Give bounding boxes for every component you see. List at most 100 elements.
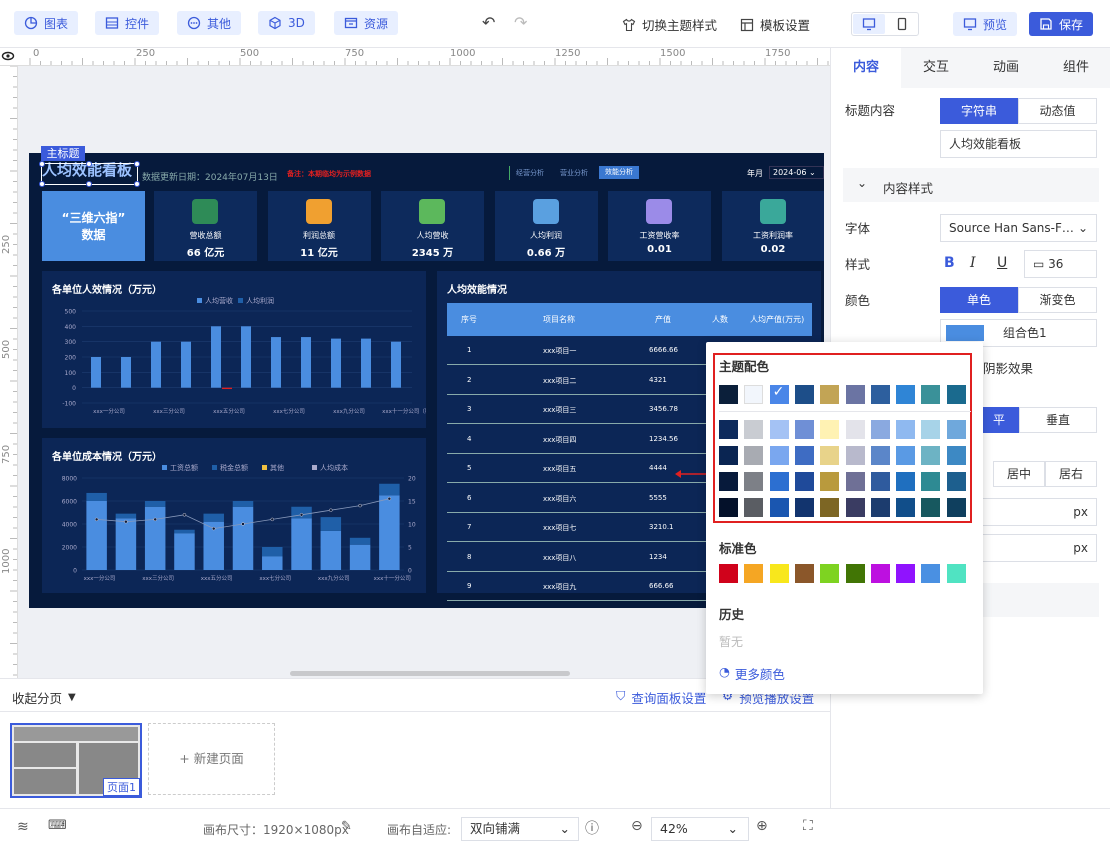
- three-d-button[interactable]: 3D: [258, 11, 315, 35]
- color-swatch[interactable]: [870, 420, 890, 439]
- resize-handle[interactable]: [86, 181, 92, 187]
- color-swatch[interactable]: [769, 498, 789, 517]
- table-row[interactable]: 4 xxx项目四 1234.56: [447, 425, 709, 454]
- color-swatch[interactable]: [820, 385, 840, 404]
- more-colors-button[interactable]: ◔ 更多颜色: [719, 664, 785, 683]
- zoom-out-icon[interactable]: ⊖: [631, 818, 643, 834]
- align-right-button[interactable]: 居右: [1045, 461, 1097, 487]
- kpi-card[interactable]: 营收总额 66 亿元: [154, 191, 257, 261]
- color-swatch[interactable]: [870, 472, 890, 491]
- selection-box[interactable]: [39, 161, 140, 187]
- tab-component[interactable]: 组件: [1041, 48, 1110, 88]
- zoom-in-icon[interactable]: ⊕: [756, 818, 768, 834]
- zoom-select[interactable]: 42% ⌄: [651, 817, 749, 841]
- table-row[interactable]: 1 xxx项目一 6666.66: [447, 336, 709, 365]
- color-swatch[interactable]: [921, 385, 941, 404]
- color-swatch[interactable]: [845, 564, 865, 583]
- table-row[interactable]: 3 xxx项目三 3456.78: [447, 395, 709, 424]
- color-swatch[interactable]: [744, 385, 764, 404]
- spacing-input[interactable]: px: [979, 534, 1097, 562]
- help-icon[interactable]: ⓘ: [585, 818, 599, 838]
- color-swatch[interactable]: [794, 446, 814, 465]
- color-swatch[interactable]: [870, 564, 890, 583]
- color-swatch[interactable]: [820, 446, 840, 465]
- color-swatch[interactable]: [896, 472, 916, 491]
- resize-handle[interactable]: [86, 161, 92, 167]
- font-select[interactable]: Source Han Sans-F… ⌄: [940, 214, 1097, 242]
- new-page-button[interactable]: + 新建页面: [148, 723, 275, 795]
- layers-icon[interactable]: ≋: [17, 819, 29, 835]
- color-swatch[interactable]: [896, 564, 916, 583]
- underline-button[interactable]: U: [997, 255, 1007, 271]
- collapse-pages-button[interactable]: 收起分页 ▼: [12, 688, 76, 707]
- color-gradient-button[interactable]: 渐变色: [1018, 287, 1097, 313]
- kpi-card[interactable]: 人均利润 0.66 万: [494, 191, 598, 261]
- table-row[interactable]: 6 xxx项目六 5555: [447, 484, 709, 513]
- color-swatch[interactable]: [946, 446, 966, 465]
- color-swatch[interactable]: [719, 564, 738, 583]
- table-row[interactable]: 5 xxx项目五 4444: [447, 454, 709, 483]
- color-swatch[interactable]: [921, 472, 941, 491]
- color-swatch[interactable]: [744, 498, 764, 517]
- edit-icon[interactable]: ✎: [341, 819, 352, 834]
- mode-string-button[interactable]: 字符串: [940, 98, 1018, 124]
- color-swatch[interactable]: [719, 420, 738, 439]
- align-center-button[interactable]: 居中: [993, 461, 1045, 487]
- color-swatch[interactable]: [820, 564, 840, 583]
- tab-operation[interactable]: 营业分析: [560, 168, 588, 178]
- keyboard-icon[interactable]: ⌨: [48, 818, 67, 833]
- color-swatch[interactable]: [896, 498, 916, 517]
- table-row[interactable]: 8 xxx项目八 1234: [447, 543, 709, 572]
- color-swatch[interactable]: [744, 420, 764, 439]
- color-swatch[interactable]: [946, 472, 966, 491]
- color-swatch[interactable]: [744, 564, 764, 583]
- color-swatch[interactable]: [719, 498, 738, 517]
- tab-content[interactable]: 内容: [831, 48, 901, 88]
- content-style-section[interactable]: ⌄ 内容样式: [843, 168, 1099, 202]
- tab-efficiency[interactable]: 效能分析: [599, 166, 639, 179]
- resize-handle[interactable]: [39, 181, 45, 187]
- control-button[interactable]: 控件: [95, 11, 160, 35]
- color-swatch[interactable]: [744, 446, 764, 465]
- color-swatch[interactable]: [896, 420, 916, 439]
- color-swatch[interactable]: [946, 564, 966, 583]
- canvas-scrollbar[interactable]: [290, 671, 570, 676]
- resource-button[interactable]: 资源: [334, 11, 399, 35]
- panel-cost[interactable]: 各单位成本情况（万元） 工资总额 税金总额 其他 人均成本 8000 6000 4000 20…: [42, 438, 426, 593]
- spacing-input[interactable]: px: [979, 498, 1097, 526]
- color-swatch[interactable]: [769, 420, 789, 439]
- color-swatch[interactable]: [921, 564, 941, 583]
- month-select[interactable]: 2024-06 ⌄: [769, 166, 824, 179]
- color-swatch[interactable]: [845, 472, 865, 491]
- tab-business[interactable]: 经营分析: [516, 168, 544, 178]
- color-swatch[interactable]: [896, 446, 916, 465]
- color-single-button[interactable]: 单色: [940, 287, 1018, 313]
- dashboard-canvas[interactable]: 人均效能看板 数据更新日期：2024年07月13日 备注：本期临均为示例数据 经…: [29, 153, 824, 608]
- desktop-icon[interactable]: [853, 14, 885, 34]
- resize-handle[interactable]: [134, 181, 140, 187]
- collapsed-section[interactable]: [979, 583, 1099, 617]
- table-row[interactable]: 7 xxx项目七 3210.1: [447, 513, 709, 542]
- redo-icon[interactable]: ↷: [514, 13, 527, 32]
- color-swatch[interactable]: [794, 472, 814, 491]
- resize-handle[interactable]: [134, 161, 140, 167]
- resize-handle[interactable]: [39, 161, 45, 167]
- color-swatch[interactable]: [820, 420, 840, 439]
- color-swatch[interactable]: [845, 446, 865, 465]
- color-swatch[interactable]: [794, 385, 814, 404]
- save-button[interactable]: 保存: [1029, 12, 1094, 36]
- italic-button[interactable]: I: [970, 255, 976, 271]
- title-input[interactable]: 人均效能看板: [940, 130, 1097, 158]
- color-swatch[interactable]: [946, 420, 966, 439]
- panel-efficiency[interactable]: 各单位人效情况（万元） 人均营收 人均利润 500 400 300 200 100 0 -100…: [42, 271, 426, 428]
- color-swatch[interactable]: [719, 446, 738, 465]
- tab-interaction[interactable]: 交互: [901, 48, 971, 88]
- undo-icon[interactable]: ↶: [482, 13, 495, 32]
- color-swatch[interactable]: [946, 385, 966, 404]
- align-h-button[interactable]: 平: [979, 407, 1019, 433]
- color-swatch[interactable]: [719, 472, 738, 491]
- fit-select[interactable]: 双向铺满 ⌄: [461, 817, 579, 841]
- color-swatch[interactable]: [820, 498, 840, 517]
- color-swatch[interactable]: [921, 446, 941, 465]
- table-row[interactable]: 9 xxx项目九 666.66: [447, 572, 709, 601]
